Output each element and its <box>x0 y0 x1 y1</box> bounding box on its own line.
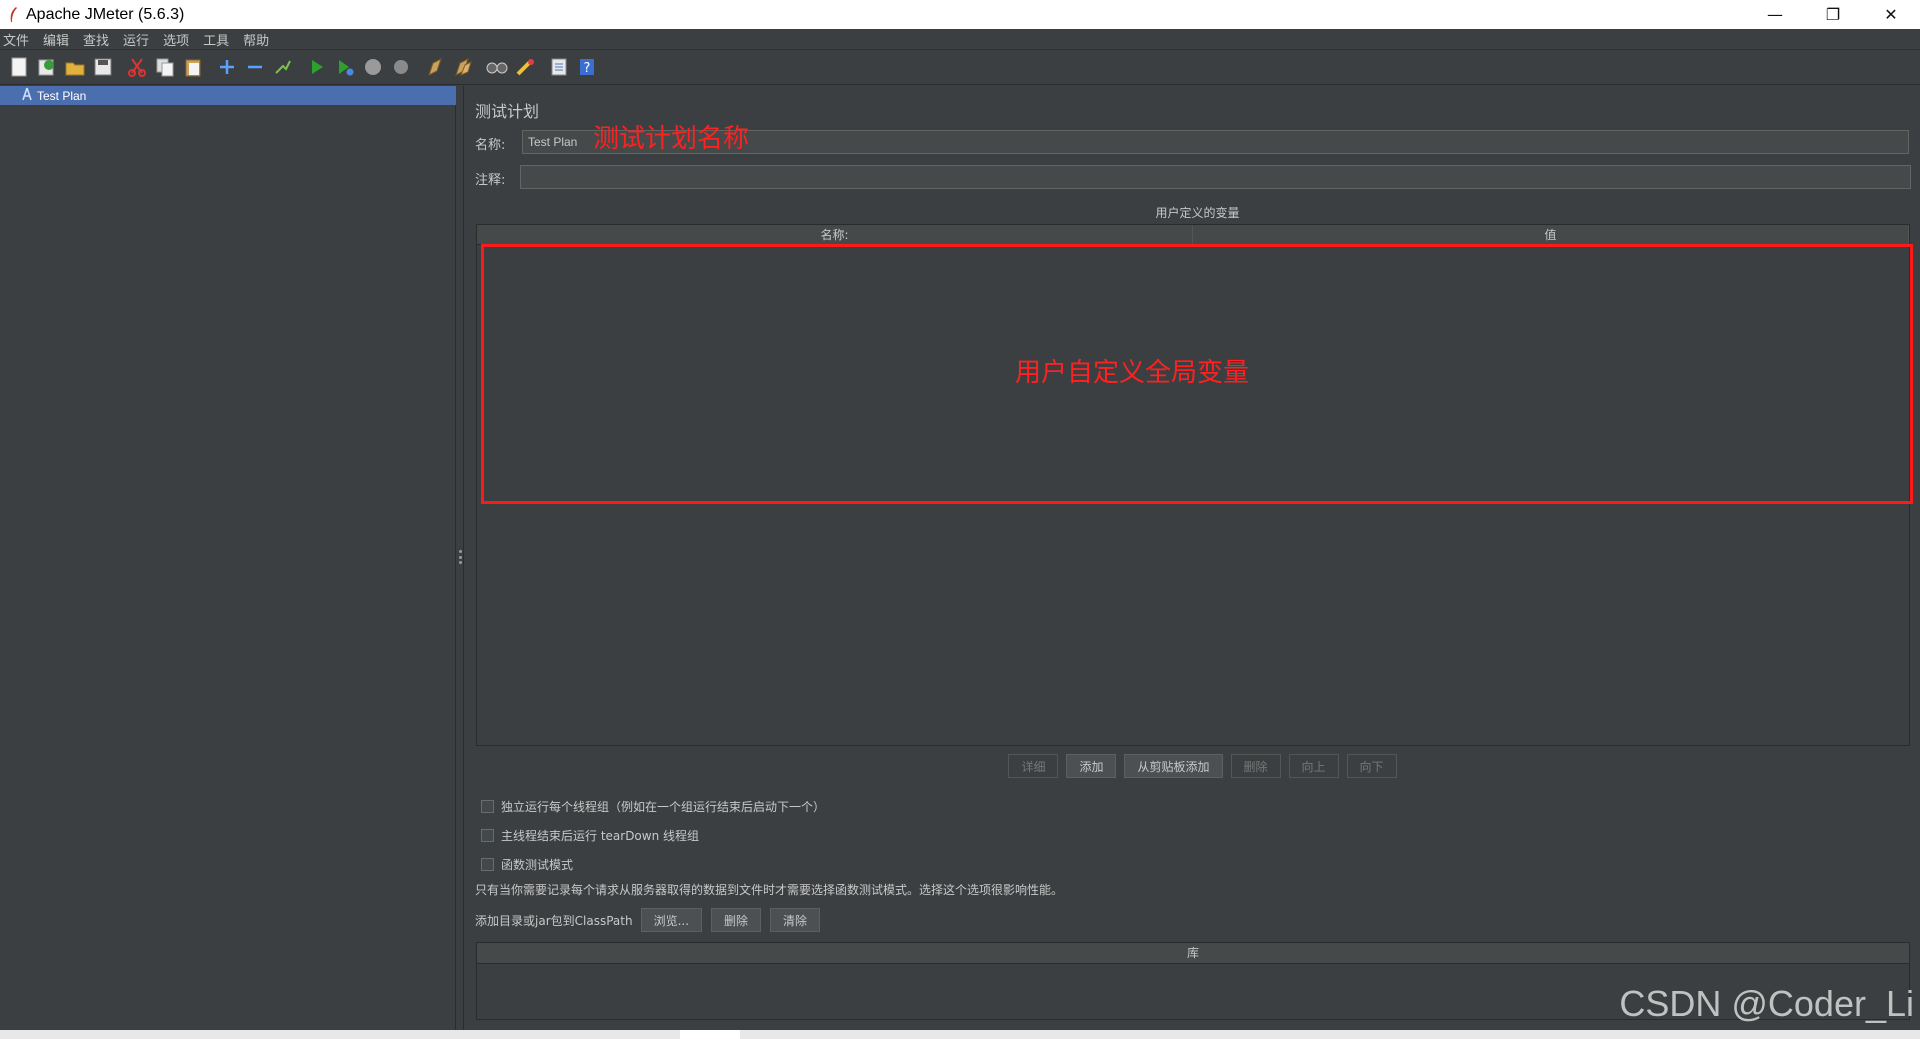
menu-edit[interactable]: 编辑 <box>43 30 69 49</box>
restore-button[interactable]: ❐ <box>1804 0 1862 29</box>
detail-button[interactable]: 详细 <box>1008 754 1059 778</box>
splitter-grip-icon <box>458 550 462 564</box>
panel-title: 测试计划 <box>475 102 540 121</box>
serialize-threadgroups-checkbox[interactable] <box>481 800 494 813</box>
move-up-button[interactable]: 向上 <box>1288 754 1339 778</box>
cut-icon[interactable] <box>124 54 150 80</box>
move-down-button[interactable]: 向下 <box>1346 754 1397 778</box>
title-bar: Apache JMeter (5.6.3) — ❐ ✕ <box>0 0 1920 29</box>
search-icon[interactable] <box>484 54 510 80</box>
column-value[interactable]: 值 <box>1193 225 1909 244</box>
menu-bar: 文件 编辑 查找 运行 选项 工具 帮助 <box>0 29 1920 50</box>
minimize-button[interactable]: — <box>1746 0 1804 29</box>
menu-run[interactable]: 运行 <box>123 30 149 49</box>
paste-icon[interactable] <box>180 54 206 80</box>
user-variables-title: 用户定义的变量 <box>1155 206 1240 220</box>
user-variables-table[interactable]: 名称: 值 <box>476 224 1910 746</box>
classpath-row: 添加目录或jar包到ClassPath 浏览... 删除 清除 <box>475 908 821 932</box>
open-icon[interactable] <box>62 54 88 80</box>
copy-icon[interactable] <box>152 54 178 80</box>
reset-search-icon[interactable] <box>512 54 538 80</box>
window-controls: — ❐ ✕ <box>1746 0 1920 29</box>
help-icon[interactable]: ? <box>574 54 600 80</box>
comment-label: 注释: <box>475 173 506 188</box>
taskbar-strip <box>0 1030 1920 1039</box>
add-button[interactable]: 添加 <box>1066 754 1117 778</box>
test-plan-tree: Test Plan <box>0 86 456 1030</box>
collapse-icon[interactable] <box>242 54 268 80</box>
classpath-clear-button[interactable]: 清除 <box>770 908 821 932</box>
column-name[interactable]: 名称: <box>477 225 1193 244</box>
annotation-variables: 用户自定义全局变量 <box>1015 358 1250 388</box>
variables-button-row: 详细 添加 从剪贴板添加 删除 向上 向下 <box>465 754 1920 778</box>
watermark: CSDN @Coder_Li <box>1619 983 1914 1024</box>
classpath-label: 添加目录或jar包到ClassPath <box>475 913 633 928</box>
expand-icon[interactable] <box>214 54 240 80</box>
stop-icon[interactable] <box>360 54 386 80</box>
menu-help[interactable]: 帮助 <box>243 30 269 49</box>
save-icon[interactable] <box>90 54 116 80</box>
menu-file[interactable]: 文件 <box>3 30 29 49</box>
delete-button[interactable]: 删除 <box>1230 754 1281 778</box>
tree-item-test-plan[interactable]: Test Plan <box>0 86 456 105</box>
test-plan-icon <box>22 86 32 105</box>
functional-mode-label: 函数测试模式 <box>501 858 574 872</box>
teardown-option[interactable]: 主线程结束后运行 tearDown 线程组 <box>481 827 699 844</box>
table-header: 名称: 值 <box>477 225 1909 245</box>
new-icon[interactable] <box>6 54 32 80</box>
classpath-delete-button[interactable]: 删除 <box>711 908 762 932</box>
jmeter-feather-icon <box>2 0 24 29</box>
templates-icon[interactable] <box>34 54 60 80</box>
functional-mode-checkbox[interactable] <box>481 858 494 871</box>
toggle-icon[interactable] <box>270 54 296 80</box>
clear-all-icon[interactable] <box>450 54 476 80</box>
teardown-checkbox[interactable] <box>481 829 494 842</box>
close-button[interactable]: ✕ <box>1862 0 1920 29</box>
library-header: 库 <box>476 942 1910 964</box>
teardown-label: 主线程结束后运行 tearDown 线程组 <box>501 829 700 843</box>
start-icon[interactable] <box>304 54 330 80</box>
name-label: 名称: <box>475 138 506 153</box>
start-no-pause-icon[interactable] <box>332 54 358 80</box>
functional-mode-option[interactable]: 函数测试模式 <box>481 856 573 873</box>
toolbar: ? <box>0 50 1920 85</box>
menu-options[interactable]: 选项 <box>163 30 189 49</box>
svg-text:?: ? <box>584 61 591 76</box>
clear-icon[interactable] <box>422 54 448 80</box>
window-title: Apache JMeter (5.6.3) <box>26 5 185 23</box>
annotation-name: 测试计划名称 <box>593 124 750 154</box>
function-helper-icon[interactable] <box>546 54 572 80</box>
serialize-threadgroups-option[interactable]: 独立运行每个线程组（例如在一个组运行结束后启动下一个） <box>481 798 825 815</box>
serialize-threadgroups-label: 独立运行每个线程组（例如在一个组运行结束后启动下一个） <box>501 800 826 814</box>
menu-search[interactable]: 查找 <box>83 30 109 49</box>
comment-field[interactable] <box>520 165 1911 189</box>
add-from-clipboard-button[interactable]: 从剪贴板添加 <box>1124 754 1223 778</box>
test-plan-panel: 测试计划 名称: Test Plan 测试计划名称 注释: 用户定义的变量 名称… <box>465 86 1920 1030</box>
browse-button[interactable]: 浏览... <box>640 908 703 932</box>
menu-tools[interactable]: 工具 <box>203 30 229 49</box>
shutdown-icon[interactable] <box>388 54 414 80</box>
tree-item-label: Test Plan <box>37 88 87 103</box>
functional-mode-note: 只有当你需要记录每个请求从服务器取得的数据到文件时才需要选择函数测试模式。选择这… <box>475 883 1064 897</box>
